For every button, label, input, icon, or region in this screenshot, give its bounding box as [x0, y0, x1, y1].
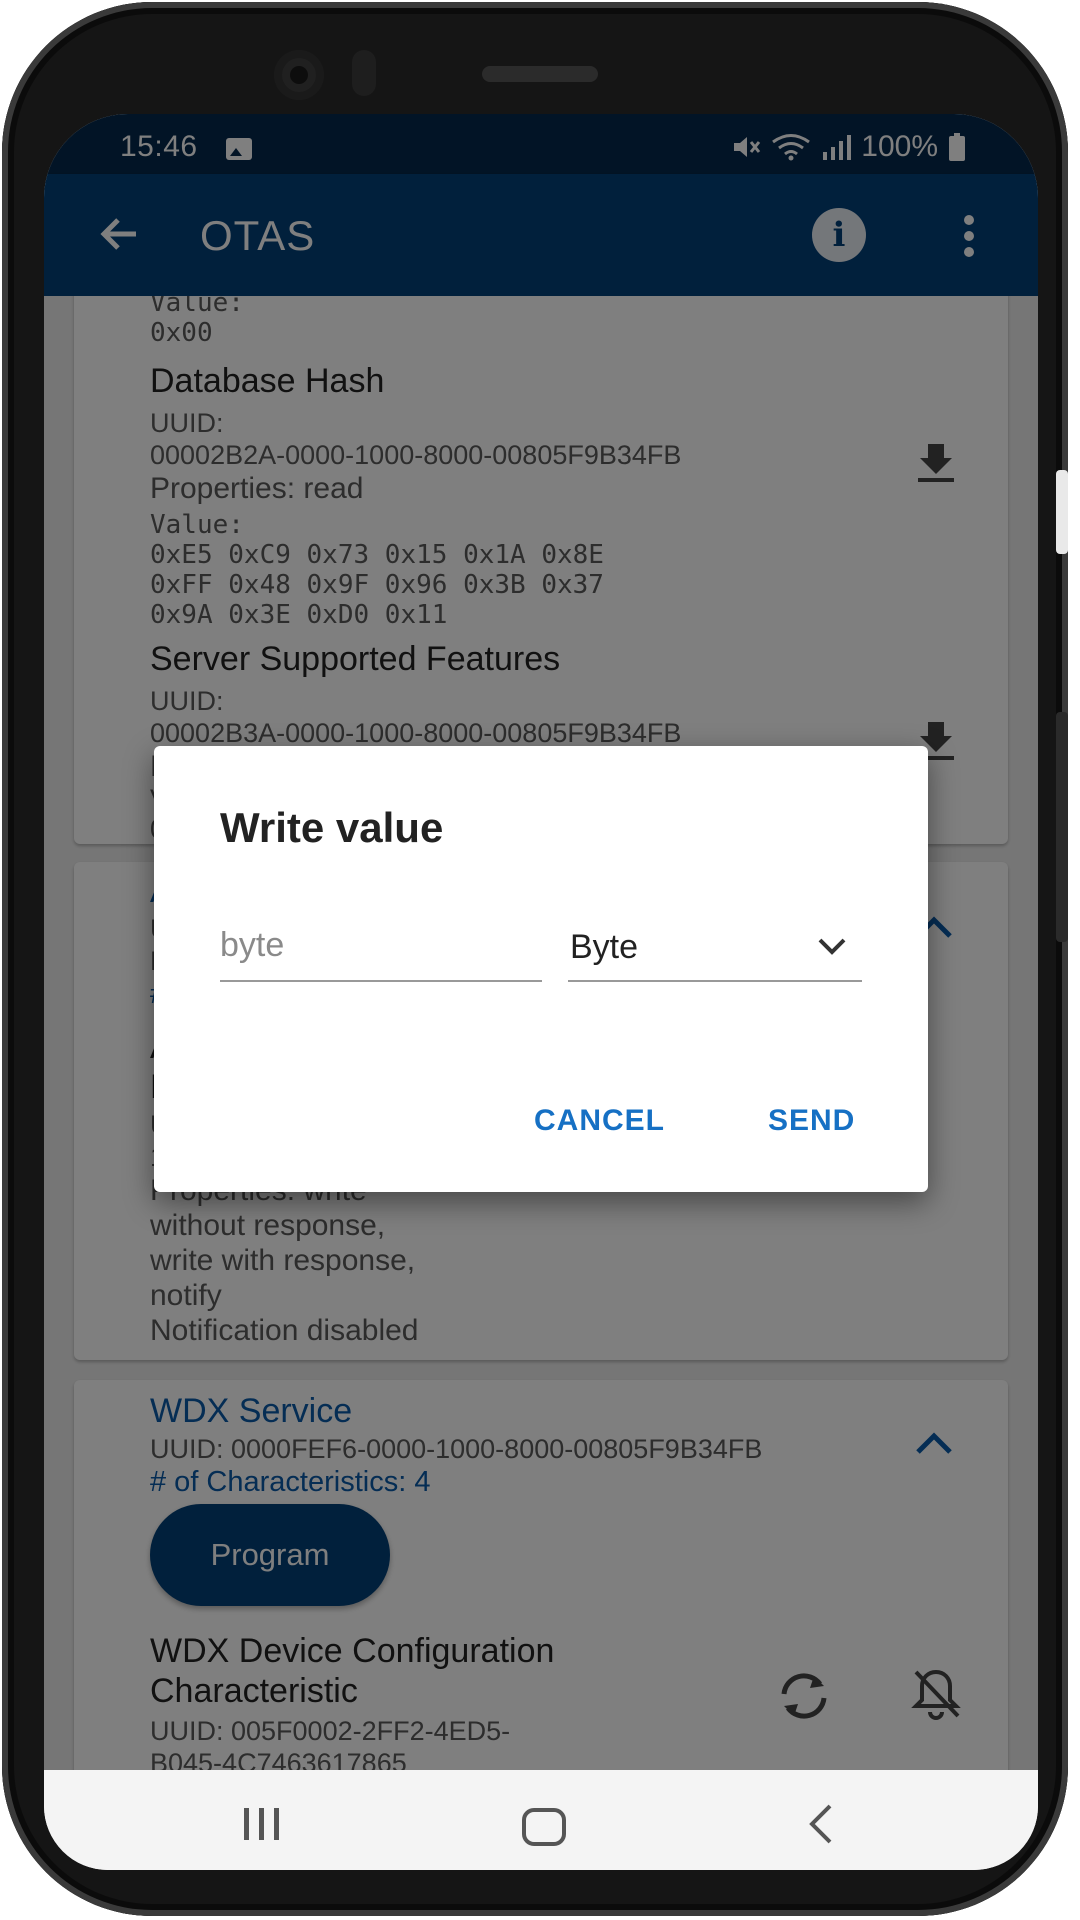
home-icon[interactable] [522, 1808, 566, 1846]
byte-value-input[interactable] [220, 910, 542, 982]
navigation-bar [44, 1770, 1038, 1870]
write-value-dialog: Write value Byte CANCEL SEND [154, 746, 928, 1192]
chevron-down-icon [816, 934, 848, 961]
send-button[interactable]: SEND [768, 1104, 855, 1138]
dialog-title: Write value [220, 804, 444, 851]
proximity-sensor [352, 50, 376, 96]
side-button [1056, 470, 1068, 554]
earpiece-speaker [482, 66, 598, 82]
value-type-select[interactable]: Byte [568, 910, 862, 982]
power-button [1056, 712, 1068, 942]
recents-icon[interactable] [240, 1804, 284, 1849]
screen: 15:46 100% [44, 114, 1038, 1870]
front-camera [274, 50, 324, 100]
back-icon[interactable] [804, 1802, 836, 1851]
cancel-button[interactable]: CANCEL [534, 1104, 665, 1138]
value-type-selected: Byte [570, 928, 639, 966]
phone-frame: 15:46 100% [2, 2, 1068, 1916]
